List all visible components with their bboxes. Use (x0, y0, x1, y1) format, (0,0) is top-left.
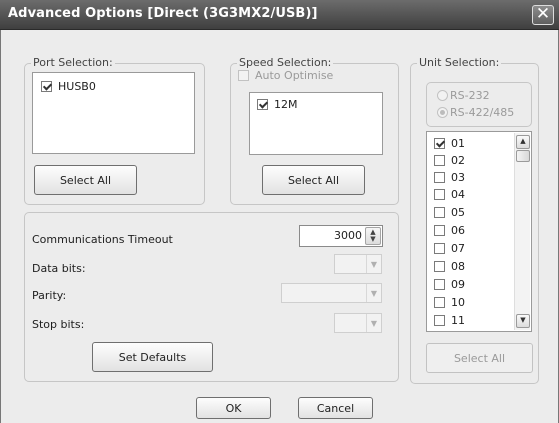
unit-label: 03 (451, 171, 465, 184)
unit-label: 10 (451, 296, 465, 309)
unit-selection-legend: Unit Selection: (417, 56, 502, 69)
list-item[interactable]: 11 (434, 314, 465, 327)
speed-item[interactable]: 12M (257, 98, 298, 111)
unit-label: 05 (451, 206, 465, 219)
parity-label: Parity: (32, 289, 67, 302)
comm-timeout-label: Communications Timeout (32, 233, 173, 246)
cancel-button[interactable]: Cancel (298, 397, 373, 419)
checkbox-icon[interactable] (238, 70, 249, 81)
parity-select[interactable]: ▼ (281, 283, 382, 303)
checkbox-icon[interactable] (434, 279, 445, 290)
port-item[interactable]: HUSB0 (41, 80, 96, 93)
chevron-down-icon[interactable]: ▼ (366, 314, 381, 332)
list-item[interactable]: 03 (434, 171, 465, 184)
data-bits-select[interactable]: ▼ (334, 254, 382, 274)
ok-button[interactable]: OK (196, 397, 271, 419)
scroll-down-icon[interactable]: ▼ (516, 314, 530, 328)
port-selection-legend: Port Selection: (31, 56, 115, 69)
checkbox-icon[interactable] (434, 207, 445, 218)
speed-selection-legend: Speed Selection: (237, 56, 334, 69)
chevron-down-icon[interactable]: ▼ (366, 255, 381, 273)
title-bar: Advanced Options [Direct (3G3MX2/USB)] ✕ (0, 0, 559, 30)
unit-label: 09 (451, 278, 465, 291)
list-item[interactable]: 10 (434, 296, 465, 309)
auto-optimise-checkbox[interactable]: Auto Optimise (238, 69, 333, 82)
unit-label: 02 (451, 154, 465, 167)
unit-list-scrollbar[interactable]: ▲ ▼ (514, 133, 530, 330)
speed-select-all-button[interactable]: Select All (262, 165, 365, 195)
checkbox-checked-icon[interactable] (41, 81, 52, 92)
checkbox-icon[interactable] (434, 172, 445, 183)
set-defaults-button[interactable]: Set Defaults (92, 342, 213, 372)
checkbox-icon[interactable] (434, 189, 445, 200)
stop-bits-select[interactable]: ▼ (334, 313, 382, 333)
checkbox-icon[interactable] (434, 243, 445, 254)
port-select-all-button[interactable]: Select All (34, 165, 137, 195)
checkbox-icon[interactable] (434, 225, 445, 236)
unit-label: 01 (451, 137, 465, 150)
list-item[interactable]: 04 (434, 188, 465, 201)
unit-label: 06 (451, 224, 465, 237)
speed-list[interactable]: 12M (249, 92, 383, 155)
scroll-up-icon[interactable]: ▲ (516, 135, 530, 149)
checkbox-icon[interactable] (434, 155, 445, 166)
rs422-label: RS-422/485 (450, 106, 515, 119)
scroll-thumb[interactable] (516, 150, 530, 162)
unit-label: 04 (451, 188, 465, 201)
down-arrow-icon[interactable]: ▼ (370, 236, 375, 243)
unit-label: 07 (451, 242, 465, 255)
rs422-radio[interactable]: RS-422/485 (437, 106, 514, 119)
stop-bits-label: Stop bits: (32, 318, 85, 331)
list-item[interactable]: 08 (434, 260, 465, 273)
rs232-label: RS-232 (450, 89, 490, 102)
list-item[interactable]: 02 (434, 154, 465, 167)
chevron-down-icon[interactable]: ▼ (366, 284, 381, 302)
rs232-radio[interactable]: RS-232 (437, 89, 490, 102)
comm-timeout-value[interactable]: 3000 (334, 229, 362, 242)
checkbox-icon[interactable] (434, 297, 445, 308)
checkbox-icon[interactable] (434, 315, 445, 326)
auto-optimise-label: Auto Optimise (255, 69, 334, 82)
checkbox-checked-icon[interactable] (257, 99, 268, 110)
window-title: Advanced Options [Direct (3G3MX2/USB)] (8, 6, 318, 21)
close-button[interactable]: ✕ (532, 5, 554, 25)
close-icon: ✕ (535, 4, 551, 24)
list-item[interactable]: 06 (434, 224, 465, 237)
radio-icon[interactable] (437, 90, 448, 101)
comm-timeout-stepper[interactable]: 3000 ▲ ▼ (299, 225, 383, 247)
list-item[interactable]: 07 (434, 242, 465, 255)
unit-label: 11 (451, 314, 465, 327)
checkbox-checked-icon[interactable] (434, 138, 445, 149)
checkbox-icon[interactable] (434, 261, 445, 272)
list-item[interactable]: 05 (434, 206, 465, 219)
port-item-label: HUSB0 (58, 80, 96, 93)
spin-buttons[interactable]: ▲ ▼ (365, 227, 381, 245)
speed-item-label: 12M (274, 98, 298, 111)
list-item[interactable]: 01 (434, 137, 465, 150)
radio-selected-icon[interactable] (437, 107, 448, 118)
unit-list[interactable]: 01 02 03 04 05 06 07 08 09 10 11 ▲ ▼ (426, 131, 532, 332)
unit-label: 08 (451, 260, 465, 273)
port-list[interactable]: HUSB0 (32, 72, 195, 154)
list-item[interactable]: 09 (434, 278, 465, 291)
unit-select-all-button[interactable]: Select All (426, 343, 533, 373)
data-bits-label: Data bits: (32, 262, 86, 275)
